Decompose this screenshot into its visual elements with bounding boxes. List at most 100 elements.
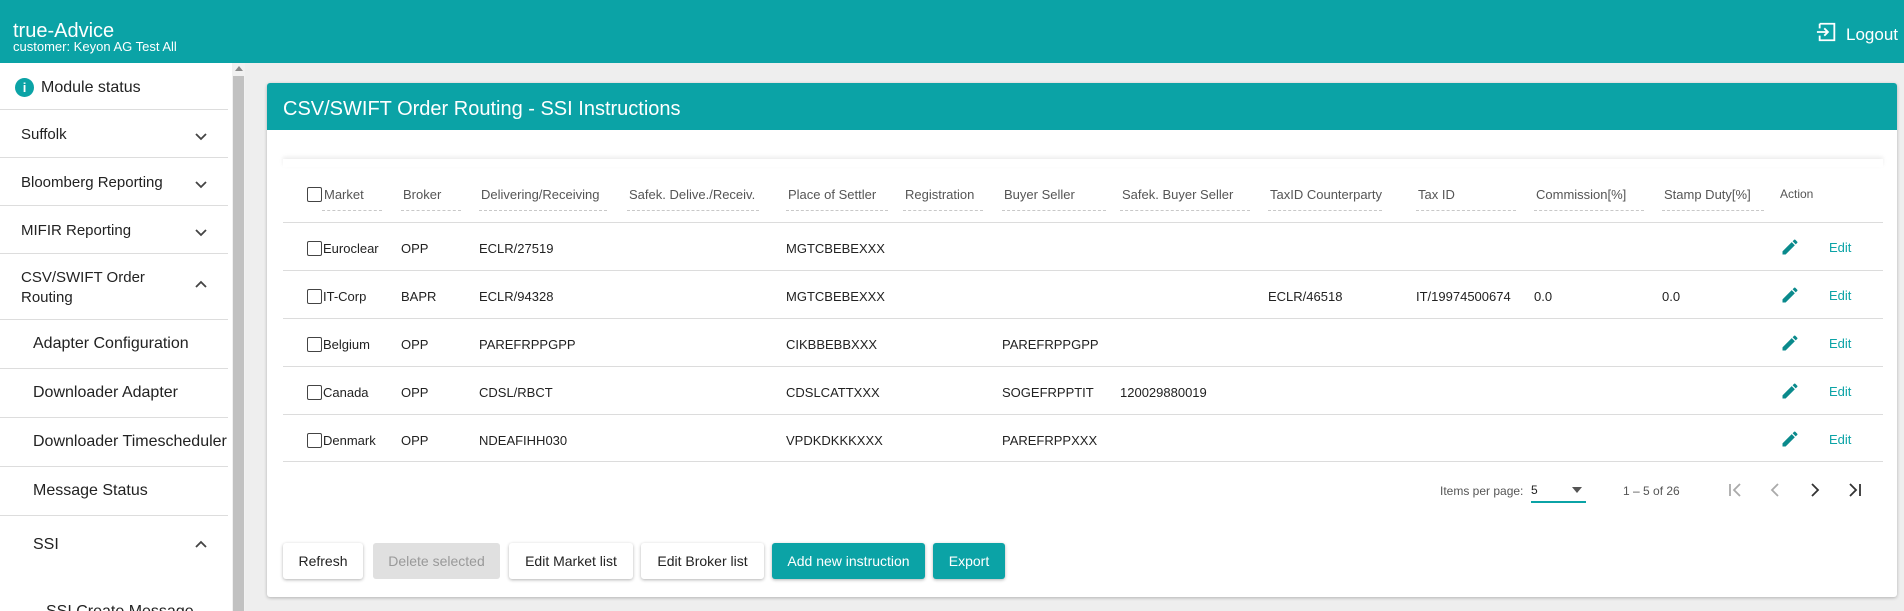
delete-selected-button[interactable]: Delete selected [373,543,500,579]
column-divider [627,210,759,211]
edit-link[interactable]: Edit [1829,336,1851,351]
cell-delivering-receiving: ECLR/94328 [479,289,554,304]
table-row: Euroclear OPP ECLR/27519 MGTCBEBEXXX Edi… [283,222,1883,270]
column-divider [786,210,888,211]
chevron-up-icon [195,540,207,548]
column-header-stamp-duty[interactable]: Stamp Duty[%] [1664,187,1751,202]
first-page-icon[interactable] [1723,478,1747,502]
module-status-label: Module status [41,79,141,96]
column-divider [1534,210,1644,211]
row-checkbox[interactable] [307,385,322,400]
column-divider [1416,210,1516,211]
sidebar-item-label: CSV/SWIFT Order Routing [21,269,145,306]
column-header-delivering-receiving[interactable]: Delivering/Receiving [481,187,600,202]
chevron-up-icon [195,280,207,288]
cell-place-of-settler: MGTCBEBEXXX [786,241,885,256]
row-checkbox[interactable] [307,433,322,448]
edit-link[interactable]: Edit [1829,384,1851,399]
sidebar-subitem-downloader-timescheduler[interactable]: Downloader Timescheduler [0,418,228,467]
edit-broker-list-button[interactable]: Edit Broker list [641,543,764,579]
row-checkbox[interactable] [307,337,322,352]
column-header-safek-delivering-receiving[interactable]: Safek. Delive./Receiv. [629,187,755,202]
items-per-page-label: Items per page: [1440,484,1524,498]
chevron-down-icon [195,133,207,141]
sidebar-item-module-status[interactable]: i Module status [0,63,228,110]
sidebar-subitem-message-status[interactable]: Message Status [0,467,228,516]
pencil-icon[interactable] [1780,285,1800,305]
cell-delivering-receiving: NDEAFIHH030 [479,433,568,448]
logout-label: Logout [1846,24,1898,44]
pencil-icon[interactable] [1780,237,1800,257]
items-per-page-value: 5 [1531,483,1538,497]
sidebar-item-csv-swift-order-routing[interactable]: CSV/SWIFT Order Routing [0,254,228,320]
sidebar-item-bloomberg-reporting[interactable]: Bloomberg Reporting [0,158,228,206]
sidebar-subitem-label: SSI Create Message [46,603,194,611]
page-range-label: 1 – 5 of 26 [1623,484,1680,498]
row-checkbox[interactable] [307,289,322,304]
sidebar-subitem-downloader-adapter[interactable]: Downloader Adapter [0,369,228,418]
column-divider [1120,210,1250,211]
last-page-icon[interactable] [1843,478,1867,502]
cell-place-of-settler: CDSLCATTXXX [786,385,880,400]
column-header-registration[interactable]: Registration [905,187,974,202]
sidebar-subitem-label: Downloader Timescheduler [33,433,227,450]
edit-link[interactable]: Edit [1829,240,1851,255]
scroll-up-arrow-icon[interactable] [235,66,243,71]
edit-link[interactable]: Edit [1829,288,1851,303]
table-row: Denmark OPP NDEAFIHH030 VPDKDKKKXXX PARE… [283,414,1883,462]
export-button[interactable]: Export [933,543,1005,579]
column-header-place-of-settler[interactable]: Place of Settler [788,187,876,202]
previous-page-icon[interactable] [1763,478,1787,502]
column-divider [322,210,382,211]
sidebar-item-suffolk[interactable]: Suffolk [0,110,228,158]
column-divider [1002,210,1106,211]
refresh-button[interactable]: Refresh [283,543,363,579]
sidebar-subitem-adapter-configuration[interactable]: Adapter Configuration [0,320,228,369]
column-header-taxid-counterparty[interactable]: TaxID Counterparty [1270,187,1382,202]
column-header-safek-buyer-seller[interactable]: Safek. Buyer Seller [1122,187,1233,202]
sidebar-item-label: MIFIR Reporting [21,222,132,239]
cell-stamp-duty: 0.0 [1662,289,1681,304]
column-header-commission[interactable]: Commission[%] [1536,187,1626,202]
card-header: CSV/SWIFT Order Routing - SSI Instructio… [267,83,1897,130]
pencil-icon[interactable] [1780,429,1800,449]
sidebar-item-label: Bloomberg Reporting [21,174,163,191]
next-page-icon[interactable] [1803,478,1827,502]
column-divider [903,210,983,211]
sidebar-subitem-label: Message Status [33,482,148,499]
scrollbar-thumb[interactable] [233,76,244,611]
cell-broker: BAPR [401,289,437,304]
logout-button[interactable]: Logout [1816,21,1898,48]
sidebar-subitem-label: Adapter Configuration [33,335,189,352]
cell-taxid-counterparty: ECLR/46518 [1268,289,1343,304]
column-header-market[interactable]: Market [324,187,364,202]
sidebar-subitem-ssi-create-message[interactable]: SSI Create Message [0,599,228,611]
cell-tax-id: IT/19974500674 [1416,289,1511,304]
column-divider [479,210,607,211]
sidebar-subitem-label: SSI [33,536,59,553]
table-top-shadow [283,159,1883,167]
chevron-down-icon [195,229,207,237]
sidebar-item-mifir-reporting[interactable]: MIFIR Reporting [0,206,228,254]
chevron-down-icon [195,181,207,189]
pencil-icon[interactable] [1780,333,1800,353]
sidebar-subitem-ssi[interactable]: SSI [0,516,228,578]
pencil-icon[interactable] [1780,381,1800,401]
cell-place-of-settler: VPDKDKKKXXX [786,433,883,448]
row-checkbox[interactable] [307,241,322,256]
customer-label: customer: Keyon AG Test All [13,39,177,54]
edit-link[interactable]: Edit [1829,432,1851,447]
select-all-checkbox[interactable] [307,187,322,202]
add-new-instruction-button[interactable]: Add new instruction [772,543,925,579]
cell-broker: OPP [401,433,429,448]
cell-delivering-receiving: PAREFRPPGPP [479,337,576,352]
column-header-broker[interactable]: Broker [403,187,441,202]
ssi-instructions-card: CSV/SWIFT Order Routing - SSI Instructio… [267,83,1897,597]
column-header-tax-id[interactable]: Tax ID [1418,187,1455,202]
sidebar-scrollbar[interactable] [232,63,245,611]
logout-icon [1816,21,1838,48]
edit-market-list-button[interactable]: Edit Market list [509,543,633,579]
cell-market: IT-Corp [323,289,367,304]
column-header-buyer-seller[interactable]: Buyer Seller [1004,187,1075,202]
top-bar: true-Advice customer: Keyon AG Test All … [0,0,1904,63]
